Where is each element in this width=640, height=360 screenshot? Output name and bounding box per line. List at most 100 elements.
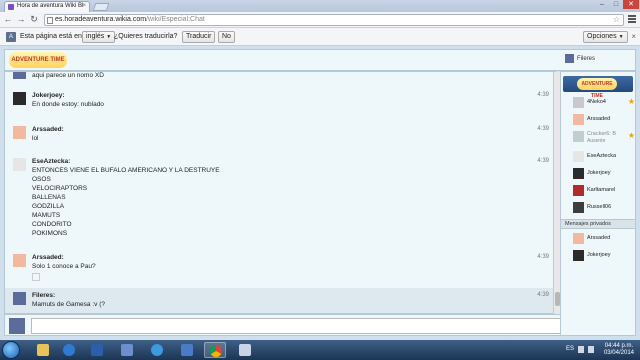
user-name: Arssaded	[587, 235, 611, 241]
media-player-taskbar-button[interactable]	[58, 342, 80, 358]
broken-image-icon	[32, 273, 40, 281]
ie-taskbar-button[interactable]	[146, 342, 168, 358]
chat-message: EseAztecka: 4:39 ENTONCES VIENE EL BUFAL…	[5, 158, 555, 242]
user-list-item[interactable]: Cracker6: B Ausente ★	[573, 130, 635, 146]
clock[interactable]: 04:44 p.m. 03/04/2014	[604, 343, 634, 357]
message-username[interactable]: Arssaded:	[32, 254, 64, 261]
user-name: 4Neko4	[587, 99, 606, 105]
wikia-favicon-icon	[8, 4, 14, 10]
minimize-button[interactable]: –	[596, 0, 608, 9]
start-button[interactable]	[2, 341, 20, 359]
chat-message: Fileres: 4:39 Mamuts de Gamesa :v (?	[5, 288, 555, 313]
media-player-icon	[63, 344, 75, 356]
message-username[interactable]: Arssaded:	[32, 126, 64, 133]
message-text: OSOS	[32, 176, 51, 183]
avatar	[573, 114, 584, 125]
translate-icon: A	[6, 32, 16, 42]
chrome-taskbar-button[interactable]	[204, 342, 226, 358]
star-icon: ★	[627, 97, 635, 106]
translate-question: ¿Quieres traducirla?	[114, 33, 178, 40]
translate-prefix: Esta página está en	[20, 33, 82, 40]
no-button[interactable]: No	[218, 31, 235, 43]
avatar	[573, 185, 584, 196]
user-list-sidebar: ADVENTURE TIME 4Neko4 ★ Arssaded Cracker…	[560, 71, 636, 336]
message-text: aqui parece un nomo XD	[32, 72, 104, 79]
message-username[interactable]: Jokerjoey:	[32, 92, 65, 99]
chrome-menu-icon[interactable]	[627, 14, 637, 25]
message-text: En donde estoy: nublado	[32, 101, 104, 108]
chat-header: ADVENTURE TIME Fileres	[4, 49, 636, 71]
document-icon	[121, 344, 133, 356]
chat-page: ADVENTURE TIME Fileres aqui parece un no…	[0, 46, 640, 340]
avatar	[13, 92, 26, 105]
options-label: Opciones	[587, 33, 617, 40]
word-taskbar-button[interactable]	[86, 342, 108, 358]
chrome-icon	[210, 345, 222, 357]
message-text: Mamuts de Gamesa :v (?	[32, 301, 105, 308]
tab-chat[interactable]: Hora de aventura Wiki Bl ×	[4, 1, 90, 12]
user-list-item[interactable]: Arssaded	[573, 113, 635, 127]
adventure-time-logo[interactable]: ADVENTURE TIME	[9, 52, 67, 68]
explorer-taskbar-button[interactable]	[32, 342, 54, 358]
translate-button[interactable]: Traducir	[182, 31, 216, 43]
user-list-item[interactable]: EseAztecka	[573, 150, 635, 164]
clock-date: 03/04/2014	[603, 350, 634, 356]
document-taskbar-button[interactable]	[116, 342, 138, 358]
message-text: Solo 1 conoce a Pau?	[32, 263, 96, 270]
message-input[interactable]	[31, 318, 561, 334]
message-time: 4:39	[537, 158, 549, 164]
network-icon[interactable]	[578, 346, 584, 353]
back-arrow-icon[interactable]: ←	[3, 14, 13, 25]
volume-icon[interactable]	[588, 346, 594, 353]
word-icon	[91, 344, 103, 356]
chat-message-partial: aqui parece un nomo XD	[5, 72, 555, 84]
message-text: ENTONCES VIENE EL BUFALO AMERICANO Y LA …	[32, 167, 220, 174]
reload-icon[interactable]: ↻	[29, 14, 39, 25]
caret-down-icon: ▼	[106, 34, 112, 40]
message-time: 4:39	[537, 92, 549, 98]
bookmark-star-icon[interactable]: ☆	[613, 15, 620, 25]
forward-arrow-icon[interactable]: →	[16, 14, 26, 25]
message-text: MAMUTS	[32, 212, 61, 219]
private-user-item[interactable]: Arssaded	[573, 232, 635, 246]
language-select[interactable]: inglés ▼	[82, 31, 116, 43]
paint-taskbar-button[interactable]	[234, 342, 256, 358]
uninstaller-taskbar-button[interactable]	[176, 342, 198, 358]
user-name: EseAztecka	[587, 153, 617, 159]
language-value: inglés	[86, 33, 105, 40]
private-user-item[interactable]: Jokerjoey	[573, 249, 635, 263]
clock-time: 04:44 p.m.	[604, 343, 634, 349]
language-indicator[interactable]: ES	[566, 346, 574, 352]
message-scrollbar[interactable]	[553, 72, 560, 314]
message-username[interactable]: Fileres:	[32, 292, 55, 299]
translate-bar: A Esta página está en inglés ▼ ¿Quieres t…	[0, 28, 640, 46]
sidebar-room[interactable]: ADVENTURE TIME	[563, 76, 633, 99]
translate-bar-close-icon[interactable]: ×	[631, 32, 636, 41]
tab-title: Hora de aventura Wiki Bl	[17, 3, 84, 9]
avatar	[573, 233, 584, 244]
maximize-button[interactable]: □	[610, 0, 622, 9]
message-time: 4:39	[537, 126, 549, 132]
avatar	[573, 250, 584, 261]
user-list-item[interactable]: Russell06	[573, 201, 635, 215]
avatar	[13, 254, 26, 267]
options-button[interactable]: Opciones ▼	[583, 31, 628, 43]
message-list: aqui parece un nomo XD Jokerjoey: 4:39 E…	[4, 71, 556, 314]
header-user[interactable]: Fileres	[564, 54, 595, 63]
message-text: CONDORITO	[32, 221, 72, 228]
close-window-button[interactable]: ✕	[623, 0, 639, 9]
user-list-item[interactable]: Karltamarel	[573, 184, 635, 198]
system-tray: ES 04:44 p.m. 03/04/2014	[550, 340, 640, 360]
caret-down-icon: ▼	[618, 34, 624, 40]
new-tab-button[interactable]	[92, 3, 110, 11]
windows-taskbar: ES 04:44 p.m. 03/04/2014	[0, 340, 640, 360]
avatar	[9, 318, 25, 334]
avatar	[573, 168, 584, 179]
user-list-item[interactable]: Jokerjoey	[573, 167, 635, 181]
address-bar[interactable]: es.horadeaventura.wikia.com/wiki/Especia…	[44, 14, 624, 26]
message-username[interactable]: EseAztecka:	[32, 158, 70, 165]
user-name: Karltamarel	[587, 187, 616, 193]
avatar	[13, 126, 26, 139]
tab-close-icon[interactable]: ×	[82, 3, 86, 9]
user-list-item[interactable]: 4Neko4 ★	[573, 96, 635, 110]
